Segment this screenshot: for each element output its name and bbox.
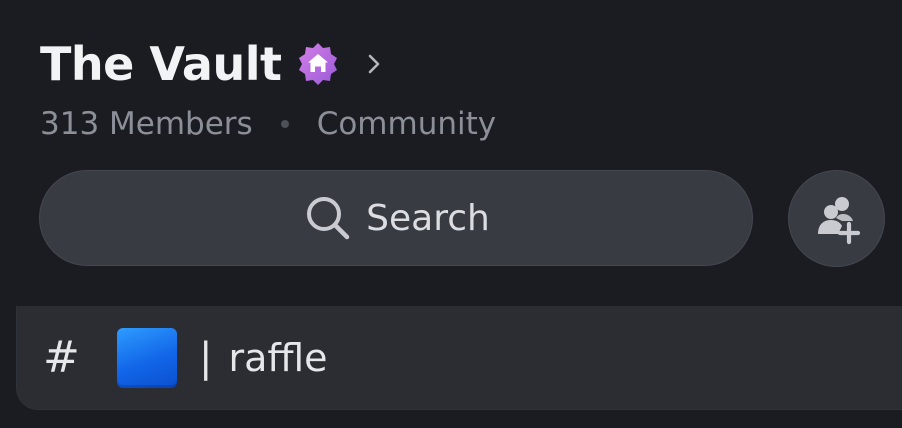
channel-name: raffle	[228, 335, 328, 380]
channel-item-raffle[interactable]: # | raffle	[16, 306, 902, 410]
chevron-right-icon	[363, 53, 385, 75]
search-icon	[307, 197, 350, 240]
invite-members-button[interactable]	[788, 170, 885, 267]
server-meta: 313 Members Community	[40, 104, 496, 144]
add-member-icon	[817, 196, 860, 244]
server-type: Community	[316, 106, 497, 142]
meta-separator-dot	[280, 120, 289, 128]
community-home-badge-icon	[295, 41, 341, 87]
search-bar[interactable]: Search	[39, 170, 753, 266]
member-count: 313 Members	[40, 106, 253, 142]
server-header: The Vault 313 Members Community Search	[0, 0, 902, 312]
text-channel-hash-icon: #	[43, 332, 80, 383]
server-title-button[interactable]: The Vault	[40, 34, 385, 94]
channel-name-separator: |	[199, 334, 213, 381]
server-name: The Vault	[40, 37, 282, 91]
search-label: Search	[366, 197, 490, 239]
blue-square-emoji-icon	[117, 327, 177, 388]
